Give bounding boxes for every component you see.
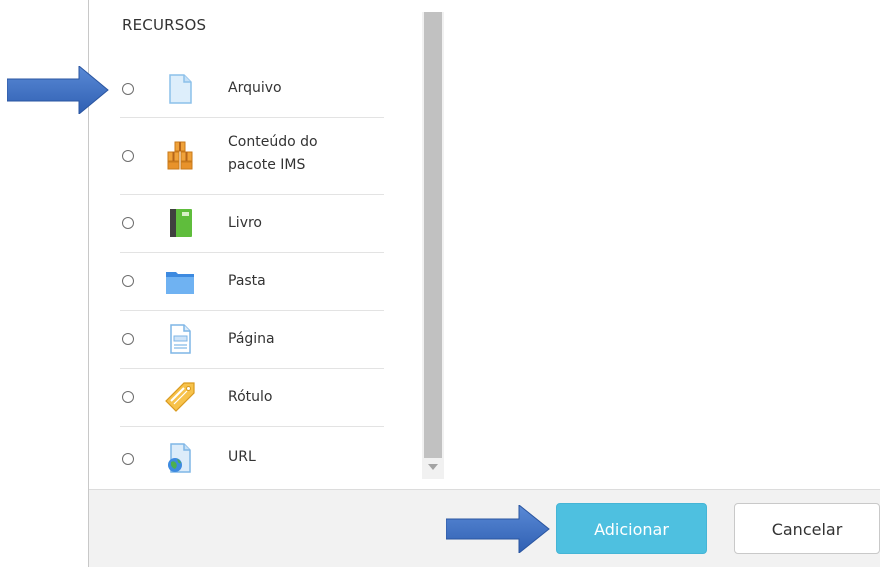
section-title: RECURSOS [122,16,207,34]
resource-option-arquivo[interactable]: Arquivo [120,61,384,118]
label-tag-icon [164,381,196,413]
radio-ims-package[interactable] [122,150,134,162]
label-url: URL [228,449,256,465]
resource-option-ims-package[interactable]: Conteúdo do pacote IMS [120,117,384,195]
resource-option-pasta[interactable]: Pasta [120,252,384,311]
label-ims-line2: pacote IMS [228,157,306,173]
label-ims-package: Conteúdo do pacote IMS [228,131,378,177]
radio-livro[interactable] [122,217,134,229]
annotation-arrow-icon [446,505,550,553]
radio-pasta[interactable] [122,275,134,287]
label-livro: Livro [228,215,262,231]
scroll-down-arrow-icon[interactable] [428,464,438,470]
cancel-button[interactable]: Cancelar [734,503,880,554]
file-icon [164,73,196,105]
ims-package-icon [164,139,196,171]
radio-url[interactable] [122,453,134,465]
annotation-arrow-icon [7,66,109,114]
folder-icon [164,265,196,297]
book-icon [164,207,196,239]
resource-option-pagina[interactable]: Página [120,310,384,369]
add-button[interactable]: Adicionar [556,503,707,554]
scrollbar-thumb[interactable] [424,12,442,458]
label-pagina: Página [228,331,275,347]
resource-option-rotulo[interactable]: Rótulo [120,368,384,427]
page-icon [164,323,196,355]
url-globe-icon [164,442,196,474]
label-rotulo: Rótulo [228,389,273,405]
radio-pagina[interactable] [122,333,134,345]
label-arquivo: Arquivo [228,80,282,96]
resource-option-livro[interactable]: Livro [120,194,384,253]
activity-chooser-screen: RECURSOS Arquivo Conteúdo do pacote IMS … [0,0,880,567]
radio-arquivo[interactable] [122,83,134,95]
label-ims-line1: Conteúdo do [228,134,318,150]
resource-option-url[interactable]: URL [120,426,384,488]
radio-rotulo[interactable] [122,391,134,403]
resource-list-scrollbar[interactable] [422,12,444,479]
label-pasta: Pasta [228,273,266,289]
